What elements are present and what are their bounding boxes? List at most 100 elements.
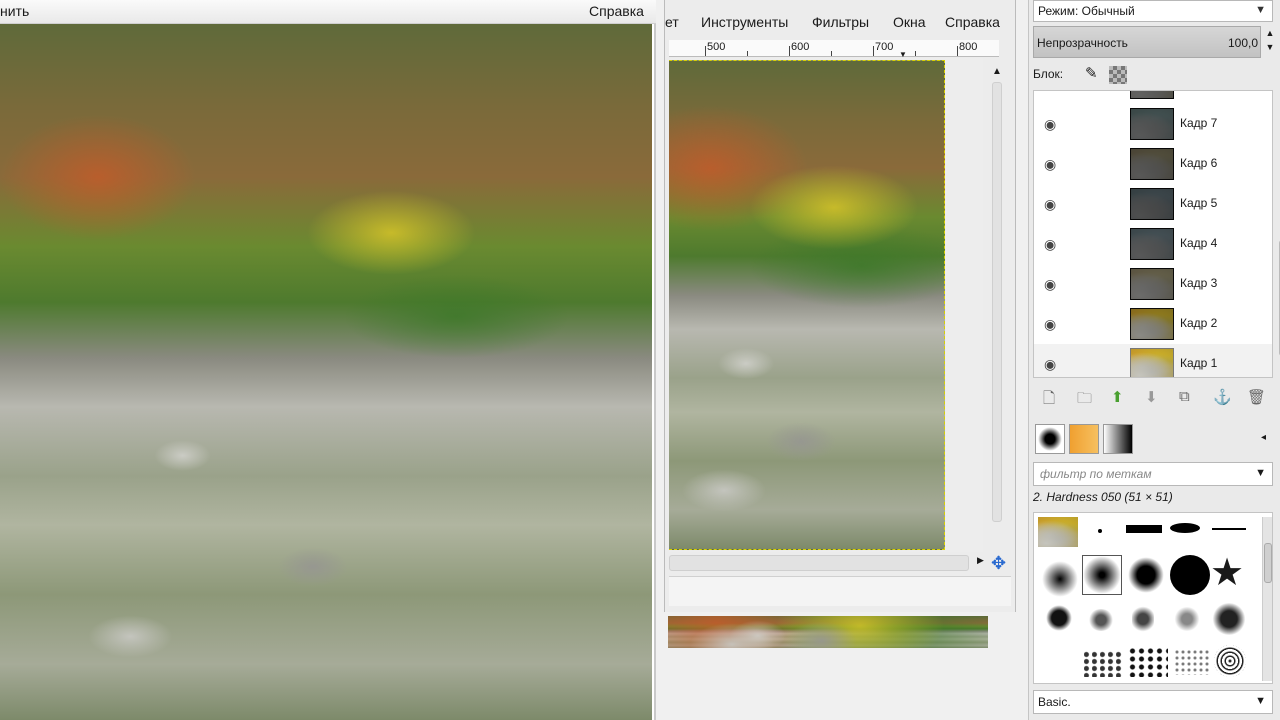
lock-label: Блок:: [1033, 67, 1064, 81]
menu-item-edit[interactable]: ет: [665, 14, 679, 30]
delete-layer-icon[interactable]: 🗑: [1247, 388, 1266, 406]
horizontal-ruler[interactable]: 500 600 700 800 ▼: [669, 40, 999, 59]
opacity-slider[interactable]: Непрозрачность 100,0: [1033, 26, 1261, 58]
spin-down-icon[interactable]: ▼: [1263, 40, 1277, 54]
layer-row[interactable]: ◉ Кадр 5: [1034, 184, 1272, 224]
ruler-label: 600: [791, 41, 810, 53]
menu-item-filters[interactable]: Фильтры: [812, 14, 869, 30]
brush-item[interactable]: [1038, 517, 1078, 547]
menu-item-save[interactable]: нить: [0, 3, 29, 19]
ruler-label: 700: [875, 41, 894, 53]
layer-row-selected[interactable]: ◉ Кадр 1: [1034, 344, 1272, 377]
preset-label: Basic.: [1038, 695, 1071, 709]
menu-item-windows[interactable]: Окна: [893, 14, 926, 30]
chevron-down-icon: ▼: [1255, 695, 1266, 707]
eye-icon[interactable]: ◉: [1044, 356, 1056, 373]
brush-item[interactable]: [1174, 607, 1200, 631]
layer-thumbnail: [1130, 188, 1174, 220]
horizontal-scrollbar[interactable]: [669, 555, 969, 571]
spin-up-icon[interactable]: ▲: [1263, 26, 1277, 40]
chevron-down-icon: ▼: [1255, 4, 1266, 16]
brush-item[interactable]: [1214, 645, 1246, 677]
canvas-photo[interactable]: [669, 60, 945, 550]
brush-scrollbar[interactable]: [1262, 517, 1272, 681]
layer-name: Кадр 7: [1180, 116, 1218, 130]
duplicate-layer-icon[interactable]: ⧉: [1179, 388, 1190, 405]
lock-row: Блок: ✎: [1033, 64, 1273, 86]
list-item[interactable]: [1034, 91, 1272, 103]
status-bar: [669, 576, 1011, 606]
opacity-label: Непрозрачность: [1037, 36, 1128, 50]
layer-name: Кадр 3: [1180, 276, 1218, 290]
brush-item[interactable]: [1170, 555, 1210, 595]
brush-item[interactable]: [1084, 651, 1124, 677]
brush-item[interactable]: [1088, 609, 1114, 631]
menu-item-tools[interactable]: Инструменты: [701, 14, 788, 30]
brush-item[interactable]: [1126, 525, 1162, 533]
brush-item[interactable]: [1170, 523, 1200, 533]
vertical-scrollbar[interactable]: ▲: [989, 62, 1005, 532]
layer-row[interactable]: ◉ Кадр 4: [1034, 224, 1272, 264]
lock-alpha-icon[interactable]: [1109, 66, 1127, 84]
new-group-icon[interactable]: 🗀: [1077, 388, 1092, 413]
chevron-down-icon: ▼: [1255, 467, 1266, 479]
eye-icon[interactable]: ◉: [1044, 156, 1056, 173]
eye-icon[interactable]: ◉: [1044, 276, 1056, 293]
brush-item[interactable]: [1128, 557, 1164, 593]
lock-pixels-icon[interactable]: ✎: [1085, 64, 1098, 82]
eye-icon[interactable]: ◉: [1044, 196, 1056, 213]
brush-item[interactable]: [1212, 528, 1246, 530]
left-image-window: нить Справка: [0, 0, 656, 720]
brush-item[interactable]: [1046, 605, 1072, 631]
eye-icon[interactable]: ◉: [1044, 236, 1056, 253]
layers-list[interactable]: ◉ Кадр 7 ◉ Кадр 6 ◉ Кадр 5 ◉ Кадр 4 ◉ Ка…: [1033, 90, 1273, 378]
mode-label: Режим: Обычный: [1038, 4, 1135, 18]
layer-thumbnail: [1130, 308, 1174, 340]
dock-menu-icon[interactable]: ◂: [1261, 432, 1266, 443]
raise-layer-icon[interactable]: ⬆: [1111, 388, 1124, 406]
layer-thumbnail: [1130, 108, 1174, 140]
tab-patterns[interactable]: [1069, 424, 1099, 454]
navigate-icon[interactable]: ✥: [991, 553, 1006, 574]
brush-item[interactable]: [1212, 603, 1246, 635]
layer-row[interactable]: ◉ Кадр 7: [1034, 104, 1272, 144]
layer-row[interactable]: ◉ Кадр 6: [1034, 144, 1272, 184]
brush-item[interactable]: [1174, 649, 1210, 675]
brush-item[interactable]: [1042, 561, 1078, 597]
brush-item[interactable]: [1098, 529, 1102, 533]
brush-item[interactable]: [1132, 605, 1154, 633]
scroll-up-icon[interactable]: ▲: [992, 66, 1002, 77]
layer-row[interactable]: ◉ Кадр 3: [1034, 264, 1272, 304]
star-brush-icon[interactable]: ★: [1210, 553, 1244, 593]
image-window: ет Инструменты Фильтры Окна Справка 500 …: [664, 0, 1016, 612]
canvas-photo[interactable]: [0, 24, 652, 720]
anchor-layer-icon[interactable]: ⚓: [1213, 388, 1232, 406]
layer-actions-toolbar: 🗋 🗀 ⬆ ⬇ ⧉ ⚓ 🗑: [1033, 386, 1277, 410]
layers-dock: Режим: Обычный ▼ Непрозрачность 100,0 ▲ …: [1028, 0, 1280, 720]
menu-item-help[interactable]: Справка: [589, 3, 644, 19]
layer-row[interactable]: ◉ Кадр 2: [1034, 304, 1272, 344]
brush-item-selected[interactable]: [1082, 555, 1122, 595]
scroll-right-icon[interactable]: ▶: [977, 555, 984, 566]
ruler-label: 500: [707, 41, 726, 53]
eye-icon[interactable]: ◉: [1044, 316, 1056, 333]
lower-layer-icon[interactable]: ⬇: [1145, 388, 1158, 406]
layer-name: Кадр 4: [1180, 236, 1218, 250]
brush-grid[interactable]: ★: [1033, 512, 1273, 684]
image-menubar: ет Инструменты Фильтры Окна Справка: [665, 10, 1017, 36]
eye-icon[interactable]: ◉: [1044, 116, 1056, 133]
new-layer-icon[interactable]: 🗋: [1043, 388, 1055, 413]
brush-preset-select[interactable]: Basic. ▼: [1033, 690, 1273, 714]
layer-name: Кадр 1: [1180, 356, 1218, 370]
opacity-value: 100,0: [1227, 36, 1258, 50]
left-menubar: нить Справка: [0, 0, 656, 24]
menu-item-help[interactable]: Справка: [945, 14, 1000, 30]
tab-brushes[interactable]: [1035, 424, 1065, 454]
layer-thumbnail: [1130, 268, 1174, 300]
filter-placeholder: фильтр по меткам: [1040, 467, 1152, 481]
brush-tag-filter[interactable]: фильтр по меткам ▼: [1033, 462, 1273, 486]
tab-gradients[interactable]: [1103, 424, 1133, 454]
opacity-spinner[interactable]: ▲ ▼: [1263, 26, 1277, 58]
mode-select[interactable]: Режим: Обычный ▼: [1033, 0, 1273, 22]
brush-item[interactable]: [1128, 647, 1168, 677]
